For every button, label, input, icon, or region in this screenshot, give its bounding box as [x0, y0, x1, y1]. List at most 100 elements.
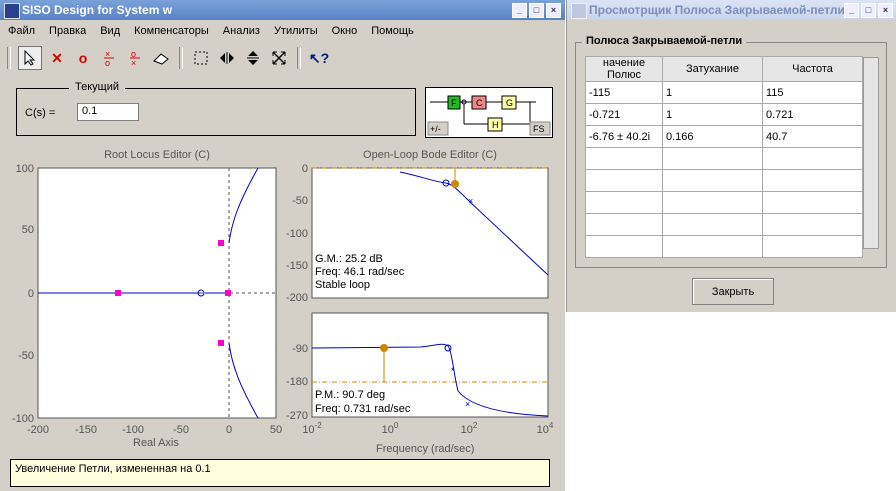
toolbar: ✕ o × o o × ↖? [4, 44, 561, 72]
compensator-panel: Текущий C(s) = 0.1 [16, 81, 416, 136]
table-scrollbar[interactable] [863, 57, 879, 249]
menu-file[interactable]: Файл [0, 22, 41, 40]
close-icon[interactable]: × [878, 3, 893, 18]
bode-phase-plot[interactable]: -90 -180 -270 * × P.M.: 90.7 deg Freq: 0… [280, 306, 555, 441]
loop-configuration-diagram[interactable]: F C G H +/- FS [425, 87, 553, 138]
zoom-y-icon[interactable] [242, 47, 264, 69]
table-row[interactable]: -0.721 1 0.721 [585, 103, 863, 126]
closed-loop-pole-marker[interactable] [218, 240, 224, 246]
menu-edit[interactable]: Правка [41, 22, 92, 40]
zoom-x-icon[interactable] [216, 47, 238, 69]
minimize-icon[interactable]: _ [512, 3, 527, 18]
rl-xtick: -50 [173, 424, 189, 436]
col-pole-value[interactable]: начение Полюс [585, 56, 663, 82]
add-pole-icon[interactable]: ✕ [46, 47, 68, 69]
phase-ytick: -270 [286, 410, 308, 422]
minimize-icon[interactable]: _ [844, 3, 859, 18]
poles-title-bar[interactable]: Просмотрщик Полюса Закрываемой-петли _ □… [567, 0, 896, 20]
maximize-icon[interactable]: □ [861, 3, 876, 18]
cell: 40.7 [762, 125, 863, 148]
mag-ytick: -200 [286, 292, 308, 304]
gain-margin-text: G.M.: 25.2 dB [315, 253, 383, 265]
closed-loop-pole-marker[interactable] [218, 340, 224, 346]
col-damping[interactable]: Затухание [662, 56, 763, 82]
poles-panel-title: Полюса Закрываемой-петли [582, 35, 747, 47]
menu-analysis[interactable]: Анализ [215, 22, 266, 40]
phase-margin-marker[interactable] [380, 344, 388, 352]
toolbar-separator [179, 47, 183, 69]
zoom-box-icon[interactable] [190, 47, 212, 69]
cell: -115 [585, 81, 663, 104]
sign-toggle-button[interactable]: +/- [430, 124, 441, 134]
whats-this-icon[interactable]: ↖? [308, 47, 330, 69]
freq-xtick: 104 [537, 421, 554, 436]
gain-margin-marker[interactable] [451, 180, 459, 188]
svg-text:×: × [131, 58, 136, 67]
poles-viewer-window: Просмотрщик Полюса Закрываемой-петли _ □… [566, 0, 896, 312]
svg-text:×: × [468, 196, 473, 206]
menu-help[interactable]: Помощь [363, 22, 420, 40]
menu-window[interactable]: Окно [324, 22, 364, 40]
rl-xtick: 0 [226, 424, 232, 436]
eraser-icon[interactable] [150, 47, 172, 69]
rl-ytick: -50 [18, 350, 34, 362]
block-g-label: G [506, 98, 513, 108]
menu-bar: Файл Правка Вид Компенсаторы Анализ Утил… [0, 22, 565, 40]
table-row[interactable]: -6.76 ± 40.2i 0.166 40.7 [585, 125, 863, 148]
svg-text:*: * [451, 366, 455, 376]
menu-compensators[interactable]: Компенсаторы [126, 22, 215, 40]
fit-icon[interactable] [268, 47, 290, 69]
main-title-bar[interactable]: SISO Design for System w _ □ × [0, 0, 565, 20]
cell: 1 [662, 81, 763, 104]
mag-ytick: -100 [286, 228, 308, 240]
select-arrow-icon[interactable] [18, 46, 42, 70]
close-button[interactable]: Закрыть [692, 278, 774, 305]
table-row [585, 169, 863, 192]
fs-button[interactable]: FS [533, 124, 545, 134]
table-row[interactable]: -115 1 115 [585, 81, 863, 104]
stability-text: Stable loop [315, 279, 370, 291]
window-title: SISO Design for System w [22, 3, 173, 17]
menu-tools[interactable]: Утилиты [266, 22, 324, 40]
toolbar-separator [7, 47, 11, 69]
table-row [585, 213, 863, 236]
cell: -0.721 [585, 103, 663, 126]
freq-xtick: 10-2 [302, 421, 322, 436]
closed-loop-pole-marker[interactable] [115, 290, 121, 296]
svg-text:×: × [465, 399, 470, 409]
menu-view[interactable]: Вид [92, 22, 126, 40]
table-row [585, 235, 863, 258]
status-bar: Увеличение Петли, измененная на 0.1 [10, 459, 550, 487]
compensator-input[interactable]: 0.1 [77, 103, 139, 121]
add-zero-icon[interactable]: o [72, 47, 94, 69]
close-icon[interactable]: × [546, 3, 561, 18]
poles-table[interactable]: начение Полюс Затухание Частота -115 1 1… [585, 56, 863, 258]
cell: 0.721 [762, 103, 863, 126]
cell: 0.166 [662, 125, 763, 148]
cell: 115 [762, 81, 863, 104]
table-row [585, 147, 863, 170]
bode-magnitude-plot[interactable]: 0 -50 -100 -150 -200 × G.M.: 25.2 dB Fre… [280, 160, 555, 305]
block-c-label: C [476, 98, 483, 108]
root-locus-plot[interactable]: 100 50 0 -50 -100 -200 -150 -100 -50 0 5… [0, 160, 290, 450]
rl-xtick: -100 [122, 424, 144, 436]
mag-ytick: -150 [286, 260, 308, 272]
maximize-icon[interactable]: □ [529, 3, 544, 18]
phase-ytick: -180 [286, 376, 308, 388]
siso-design-window: SISO Design for System w _ □ × Файл Прав… [0, 0, 565, 491]
col-frequency[interactable]: Частота [762, 56, 863, 82]
rl-xlabel: Real Axis [133, 437, 179, 449]
toolbar-separator [297, 47, 301, 69]
mag-ytick: 0 [302, 163, 308, 175]
rl-xtick: -200 [27, 424, 49, 436]
add-lag-icon[interactable]: o × [124, 47, 146, 69]
closed-loop-pole-marker[interactable] [225, 290, 231, 296]
table-row [585, 191, 863, 214]
compensator-label: C(s) = [25, 107, 56, 119]
cell: -6.76 ± 40.2i [585, 125, 663, 148]
phase-ytick: -90 [292, 343, 308, 355]
rl-ytick: 100 [16, 163, 34, 175]
svg-text:o: o [105, 58, 110, 67]
block-h-label: H [492, 120, 499, 130]
add-lead-icon[interactable]: × o [98, 47, 120, 69]
